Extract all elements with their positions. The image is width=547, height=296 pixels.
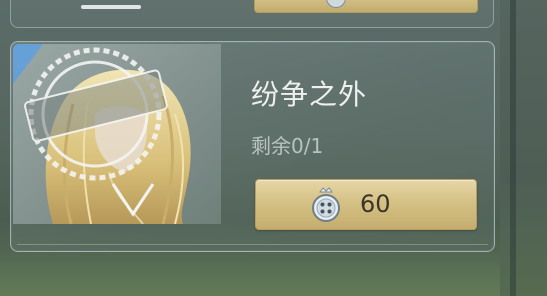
item-price: 60 — [360, 190, 391, 218]
previous-item-thumbnail — [81, 5, 141, 9]
card-divider — [17, 244, 488, 245]
previous-item-buy-button[interactable] — [254, 0, 478, 13]
shop-screen: 纷争之外 剩余0/1 60 — [0, 0, 547, 296]
buy-button[interactable]: 60 — [255, 179, 477, 230]
button-coin-icon — [312, 187, 340, 222]
right-panel-edge — [500, 0, 547, 296]
item-remaining-stock: 剩余0/1 — [251, 134, 324, 158]
scrollbar-track[interactable] — [510, 0, 516, 296]
item-portrait — [13, 44, 221, 224]
item-name: 纷争之外 — [251, 78, 368, 111]
background-glow — [0, 250, 500, 296]
previous-item-card[interactable] — [10, 0, 494, 28]
portrait-art — [13, 44, 221, 224]
shop-item-card[interactable]: 纷争之外 剩余0/1 60 — [10, 41, 495, 252]
